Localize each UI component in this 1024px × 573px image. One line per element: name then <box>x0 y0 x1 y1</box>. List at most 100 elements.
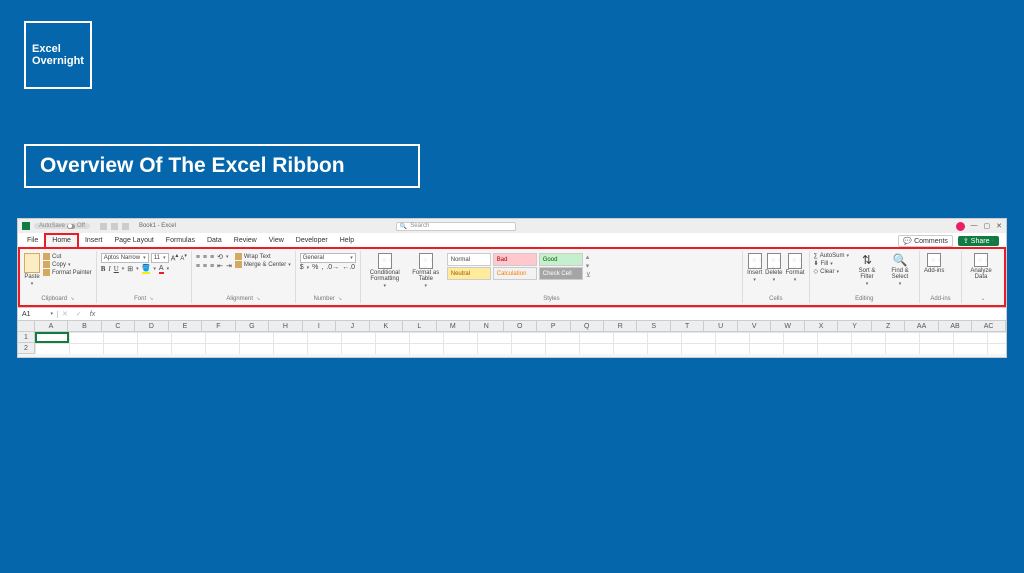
font-color-button[interactable]: A <box>159 265 164 274</box>
percent-format-button[interactable]: % <box>312 264 318 271</box>
col-header[interactable]: V <box>738 321 771 332</box>
col-header[interactable]: B <box>68 321 101 332</box>
number-format-selector[interactable]: General▾ <box>300 253 356 263</box>
align-right-button[interactable]: ≡ <box>210 263 214 270</box>
tab-data[interactable]: Data <box>201 235 228 247</box>
borders-button[interactable]: ⊞ <box>127 265 133 273</box>
autosum-button[interactable]: ∑AutoSum▾ <box>814 253 849 259</box>
styles-more-icon[interactable]: ⊻ <box>586 271 591 279</box>
fill-color-button[interactable]: 🪣 <box>142 264 151 274</box>
accounting-format-button[interactable]: $ <box>300 264 304 271</box>
collapse-ribbon-icon[interactable]: ⌄ <box>980 295 985 302</box>
col-header[interactable]: I <box>303 321 336 332</box>
find-select-button[interactable]: 🔍Find & Select▾ <box>885 253 915 287</box>
minimize-icon[interactable]: — <box>971 222 978 230</box>
align-bottom-button[interactable]: ≡ <box>210 254 214 261</box>
tab-home[interactable]: Home <box>44 233 79 247</box>
insert-cells-button[interactable]: Insert▾ <box>747 253 762 283</box>
tab-page-layout[interactable]: Page Layout <box>108 235 159 247</box>
col-header[interactable]: S <box>637 321 670 332</box>
col-header[interactable]: C <box>102 321 135 332</box>
dialog-launcher-icon[interactable]: ↘ <box>70 296 74 302</box>
col-header[interactable]: X <box>805 321 838 332</box>
cell-style-check-cell[interactable]: Check Cell <box>539 267 583 280</box>
font-size-selector[interactable]: 11▾ <box>151 253 169 263</box>
tab-review[interactable]: Review <box>228 235 263 247</box>
cell-style-calculation[interactable]: Calculation <box>493 267 537 280</box>
fx-icon[interactable]: fx <box>86 311 99 318</box>
col-header[interactable]: AC <box>972 321 1005 332</box>
analyze-data-button[interactable]: Analyze Data <box>966 253 996 280</box>
cell-style-good[interactable]: Good <box>539 253 583 266</box>
col-header[interactable]: K <box>370 321 403 332</box>
col-header[interactable]: Q <box>571 321 604 332</box>
shrink-font-button[interactable]: A▾ <box>180 253 187 263</box>
col-header[interactable]: AB <box>939 321 972 332</box>
tab-developer[interactable]: Developer <box>290 235 334 247</box>
cell-style-neutral[interactable]: Neutral <box>447 267 491 280</box>
tab-help[interactable]: Help <box>334 235 360 247</box>
decrease-indent-button[interactable]: ⇤ <box>217 262 223 270</box>
col-header[interactable]: R <box>604 321 637 332</box>
dialog-launcher-icon[interactable]: ↘ <box>338 296 342 302</box>
save-icon[interactable] <box>100 223 107 230</box>
underline-button[interactable]: U <box>114 265 119 273</box>
name-box[interactable]: A1▾ <box>18 311 58 318</box>
conditional-formatting-button[interactable]: Conditional Formatting▾ <box>365 253 405 289</box>
row-header[interactable]: 1 <box>18 332 35 343</box>
autosave-toggle[interactable]: AutoSave Off <box>34 223 90 229</box>
col-header[interactable]: AA <box>905 321 938 332</box>
col-header[interactable]: J <box>336 321 369 332</box>
col-header[interactable]: H <box>269 321 302 332</box>
format-painter-button[interactable]: Format Painter <box>43 269 92 276</box>
tab-view[interactable]: View <box>263 235 290 247</box>
dialog-launcher-icon[interactable]: ↘ <box>149 296 153 302</box>
share-button[interactable]: ⇪ Share ▾ <box>958 236 999 246</box>
clear-button[interactable]: ◇Clear▾ <box>814 268 849 275</box>
col-header[interactable]: Z <box>872 321 905 332</box>
undo-icon[interactable] <box>111 223 118 230</box>
col-header[interactable]: G <box>236 321 269 332</box>
increase-indent-button[interactable]: ⇥ <box>226 262 232 270</box>
orientation-button[interactable]: ⟲ <box>217 253 223 261</box>
grow-font-button[interactable]: A▴ <box>171 253 179 263</box>
col-header[interactable]: N <box>470 321 503 332</box>
align-center-button[interactable]: ≡ <box>203 263 207 270</box>
cell-grid[interactable] <box>35 332 1006 354</box>
addins-button[interactable]: Add-ins <box>924 253 944 274</box>
sort-filter-button[interactable]: ⇅Sort & Filter▾ <box>852 253 882 287</box>
col-header[interactable]: D <box>135 321 168 332</box>
search-box[interactable]: 🔍 Search <box>396 222 516 231</box>
tab-formulas[interactable]: Formulas <box>160 235 201 247</box>
enter-formula-icon[interactable]: ✓ <box>72 310 86 318</box>
paste-button[interactable]: Paste ▾ <box>24 253 40 287</box>
copy-button[interactable]: Copy▾ <box>43 261 92 268</box>
select-all-corner[interactable] <box>18 321 35 332</box>
col-header[interactable]: E <box>169 321 202 332</box>
col-header[interactable]: L <box>403 321 436 332</box>
bold-button[interactable]: B <box>101 265 106 273</box>
comments-button[interactable]: 💬 Comments <box>898 235 953 247</box>
styles-scroll-down-icon[interactable]: ▾ <box>586 262 591 270</box>
cell-style-normal[interactable]: Normal <box>447 253 491 266</box>
col-header[interactable]: O <box>504 321 537 332</box>
col-header[interactable]: T <box>671 321 704 332</box>
tab-insert[interactable]: Insert <box>79 235 109 247</box>
col-header[interactable]: Y <box>838 321 871 332</box>
col-header[interactable]: W <box>771 321 804 332</box>
italic-button[interactable]: I <box>108 265 110 273</box>
comma-format-button[interactable]: , <box>321 264 323 271</box>
decrease-decimal-button[interactable]: ←.0 <box>342 264 355 271</box>
col-header[interactable]: A <box>35 321 68 332</box>
align-middle-button[interactable]: ≡ <box>203 254 207 261</box>
redo-icon[interactable] <box>122 223 129 230</box>
col-header[interactable]: F <box>202 321 235 332</box>
format-cells-button[interactable]: Format▾ <box>786 253 805 283</box>
maximize-icon[interactable]: ▢ <box>984 222 991 230</box>
col-header[interactable]: M <box>437 321 470 332</box>
dialog-launcher-icon[interactable]: ↘ <box>256 296 260 302</box>
wrap-text-button[interactable]: Wrap Text <box>235 253 291 260</box>
cell-style-bad[interactable]: Bad <box>493 253 537 266</box>
merge-center-button[interactable]: Merge & Center▾ <box>235 261 291 268</box>
col-header[interactable]: U <box>704 321 737 332</box>
